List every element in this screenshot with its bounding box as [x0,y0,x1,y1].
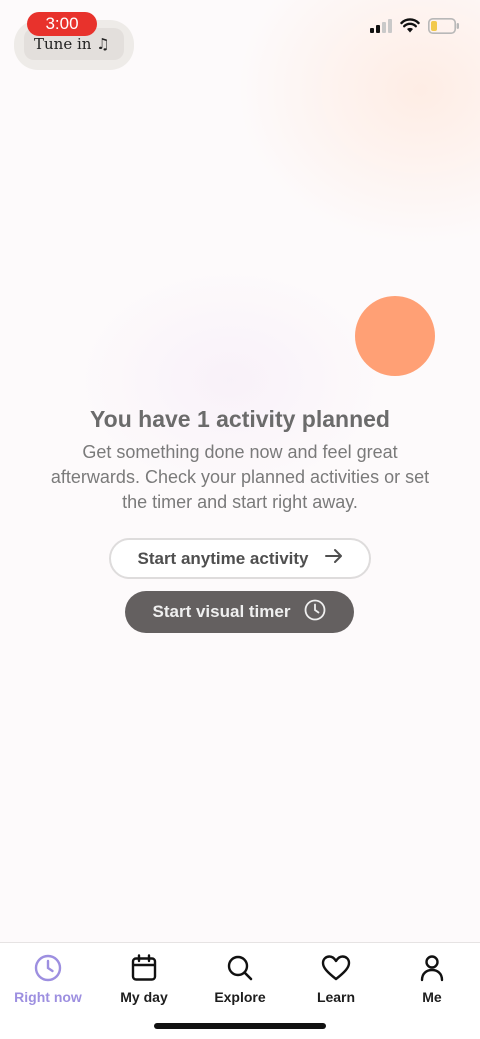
tab-label: My day [120,989,168,1005]
start-visual-timer-label: Start visual timer [152,602,291,621]
page-subtitle: Get something done now and feel great af… [50,442,430,512]
decorative-orange-dot [355,296,435,376]
tab-me[interactable]: Me [384,953,480,1013]
arrow-right-icon [324,548,343,569]
tab-label: Right now [14,989,82,1005]
clock-icon [304,599,326,626]
tab-learn[interactable]: Learn [288,953,384,1013]
tab-explore[interactable]: Explore [192,953,288,1013]
start-anytime-activity-label: Start anytime activity [137,548,309,568]
page-title: You have 1 activity planned [90,406,390,432]
screen: Tune in ♫ 3:00 You have 1 activity plann… [0,0,480,1039]
home-indicator[interactable] [154,1023,326,1029]
tab-label: Me [422,989,442,1005]
status-time[interactable]: 3:00 [27,12,97,36]
status-icons [370,17,460,39]
heart-icon [321,953,351,983]
clock-icon [33,953,63,983]
start-anytime-activity-button[interactable]: Start anytime activity [109,538,371,579]
tab-label: Explore [214,989,266,1005]
battery-icon [428,17,460,39]
search-icon [225,953,255,983]
tab-right-now[interactable]: Right now [0,953,96,1013]
tab-my-day[interactable]: My day [96,953,192,1013]
person-icon [417,953,447,983]
main-content: You have 1 activity planned Get somethin… [0,404,480,515]
cellular-signal-icon [370,18,392,38]
wifi-icon [400,18,420,38]
tab-label: Learn [316,989,356,1005]
calendar-icon [129,953,159,983]
start-visual-timer-button[interactable]: Start visual timer [125,591,354,633]
status-bar: Tune in ♫ 3:00 [0,0,480,70]
